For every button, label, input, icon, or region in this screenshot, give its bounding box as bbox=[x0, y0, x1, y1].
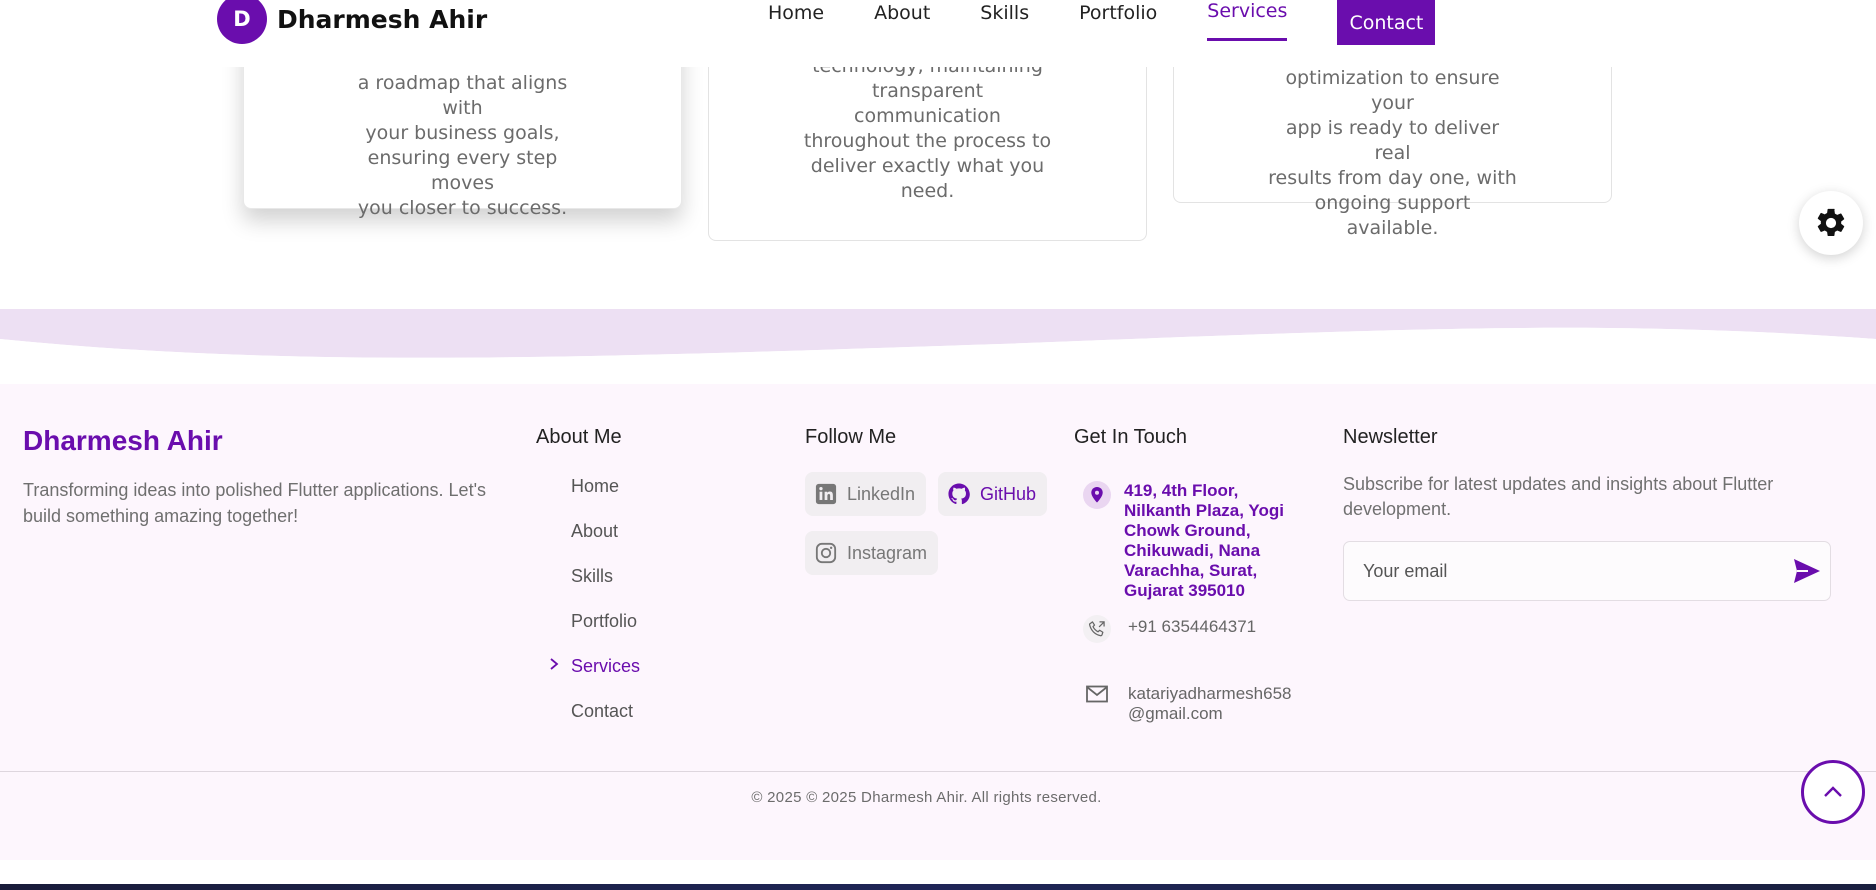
gear-icon bbox=[1817, 208, 1845, 237]
footer-link-home[interactable]: Home bbox=[571, 476, 640, 521]
contact-address-text: 419, 4th Floor, Nilkanth Plaza, Yogi Cho… bbox=[1124, 481, 1284, 600]
avatar: D bbox=[217, 0, 267, 44]
scroll-to-top-button[interactable] bbox=[1801, 760, 1865, 824]
location-pin-icon bbox=[1083, 481, 1111, 509]
footer-link-contact[interactable]: Contact bbox=[571, 701, 640, 746]
section-wave-divider bbox=[0, 309, 1876, 389]
nav-link-services[interactable]: Services bbox=[1207, 0, 1288, 41]
linkedin-icon bbox=[815, 483, 837, 505]
footer-about-links: Home About Skills Portfolio Services Con… bbox=[550, 476, 641, 746]
chevron-up-icon bbox=[1824, 786, 1842, 797]
bottom-dark-bar bbox=[0, 884, 1876, 890]
top-navbar: D Dharmesh Ahir Home About Skills Portfo… bbox=[0, 0, 1876, 67]
instagram-icon bbox=[815, 542, 837, 564]
social-github-button[interactable]: GitHub bbox=[938, 472, 1048, 516]
contact-email[interactable]: katariyadharmesh658@gmail.com bbox=[1083, 680, 1303, 724]
social-linkedin-button[interactable]: LinkedIn bbox=[805, 472, 927, 516]
footer-link-portfolio[interactable]: Portfolio bbox=[571, 611, 640, 656]
newsletter-send-button[interactable] bbox=[1792, 557, 1822, 590]
contact-phone[interactable]: +91 6354464371 bbox=[1083, 615, 1256, 643]
footer-heading-about: About Me bbox=[536, 426, 622, 448]
nav-link-about[interactable]: About bbox=[874, 0, 930, 41]
social-github-label: GitHub bbox=[980, 483, 1037, 504]
footer-link-about[interactable]: About bbox=[571, 521, 640, 566]
nav-contact-button[interactable]: Contact bbox=[1337, 0, 1436, 45]
social-instagram-button[interactable]: Instagram bbox=[805, 531, 939, 575]
footer-heading-touch: Get In Touch bbox=[1074, 426, 1188, 448]
contact-email-text: katariyadharmesh658@gmail.com bbox=[1128, 684, 1292, 723]
copyright-text: © 2025 © 2025 Dharmesh Ahir. All rights … bbox=[751, 789, 1102, 806]
footer-link-label: Services bbox=[571, 656, 641, 676]
social-linkedin-label: LinkedIn bbox=[847, 483, 916, 504]
social-instagram-label: Instagram bbox=[847, 542, 928, 563]
github-icon bbox=[948, 483, 970, 505]
footer-heading-follow: Follow Me bbox=[805, 426, 897, 448]
footer-link-skills[interactable]: Skills bbox=[571, 566, 640, 611]
newsletter-form bbox=[1343, 541, 1831, 601]
contact-phone-text: +91 6354464371 bbox=[1128, 617, 1257, 636]
brand-name: Dharmesh Ahir bbox=[277, 4, 488, 34]
footer-heading-newsletter: Newsletter bbox=[1343, 426, 1438, 448]
footer-brand: Dharmesh Ahir bbox=[23, 425, 223, 456]
nav-link-portfolio[interactable]: Portfolio bbox=[1079, 0, 1157, 41]
service-card-text: a roadmap that aligns with your business… bbox=[357, 72, 568, 219]
brand-logo[interactable]: D Dharmesh Ahir bbox=[217, 0, 487, 44]
footer-link-services[interactable]: Services bbox=[550, 656, 641, 701]
newsletter-email-input[interactable] bbox=[1363, 542, 1763, 600]
settings-button[interactable] bbox=[1799, 191, 1863, 255]
nav-link-skills[interactable]: Skills bbox=[980, 0, 1029, 41]
service-card-text: optimization to ensure your app is ready… bbox=[1268, 67, 1517, 239]
nav-links: Home About Skills Portfolio Services Con… bbox=[768, 0, 1436, 45]
send-icon bbox=[1794, 559, 1820, 583]
service-card-text: technology, maintaining transparent comm… bbox=[803, 55, 1052, 202]
nav-link-home[interactable]: Home bbox=[768, 0, 824, 41]
footer-description: Transforming ideas into polished Flutter… bbox=[23, 480, 487, 526]
newsletter-description: Subscribe for latest updates and insight… bbox=[1343, 474, 1774, 519]
mail-icon bbox=[1083, 680, 1111, 708]
phone-icon bbox=[1083, 615, 1111, 643]
contact-address: 419, 4th Floor, Nilkanth Plaza, Yogi Cho… bbox=[1083, 481, 1309, 601]
footer-divider bbox=[0, 771, 1876, 772]
chevron-right-icon bbox=[547, 655, 561, 678]
